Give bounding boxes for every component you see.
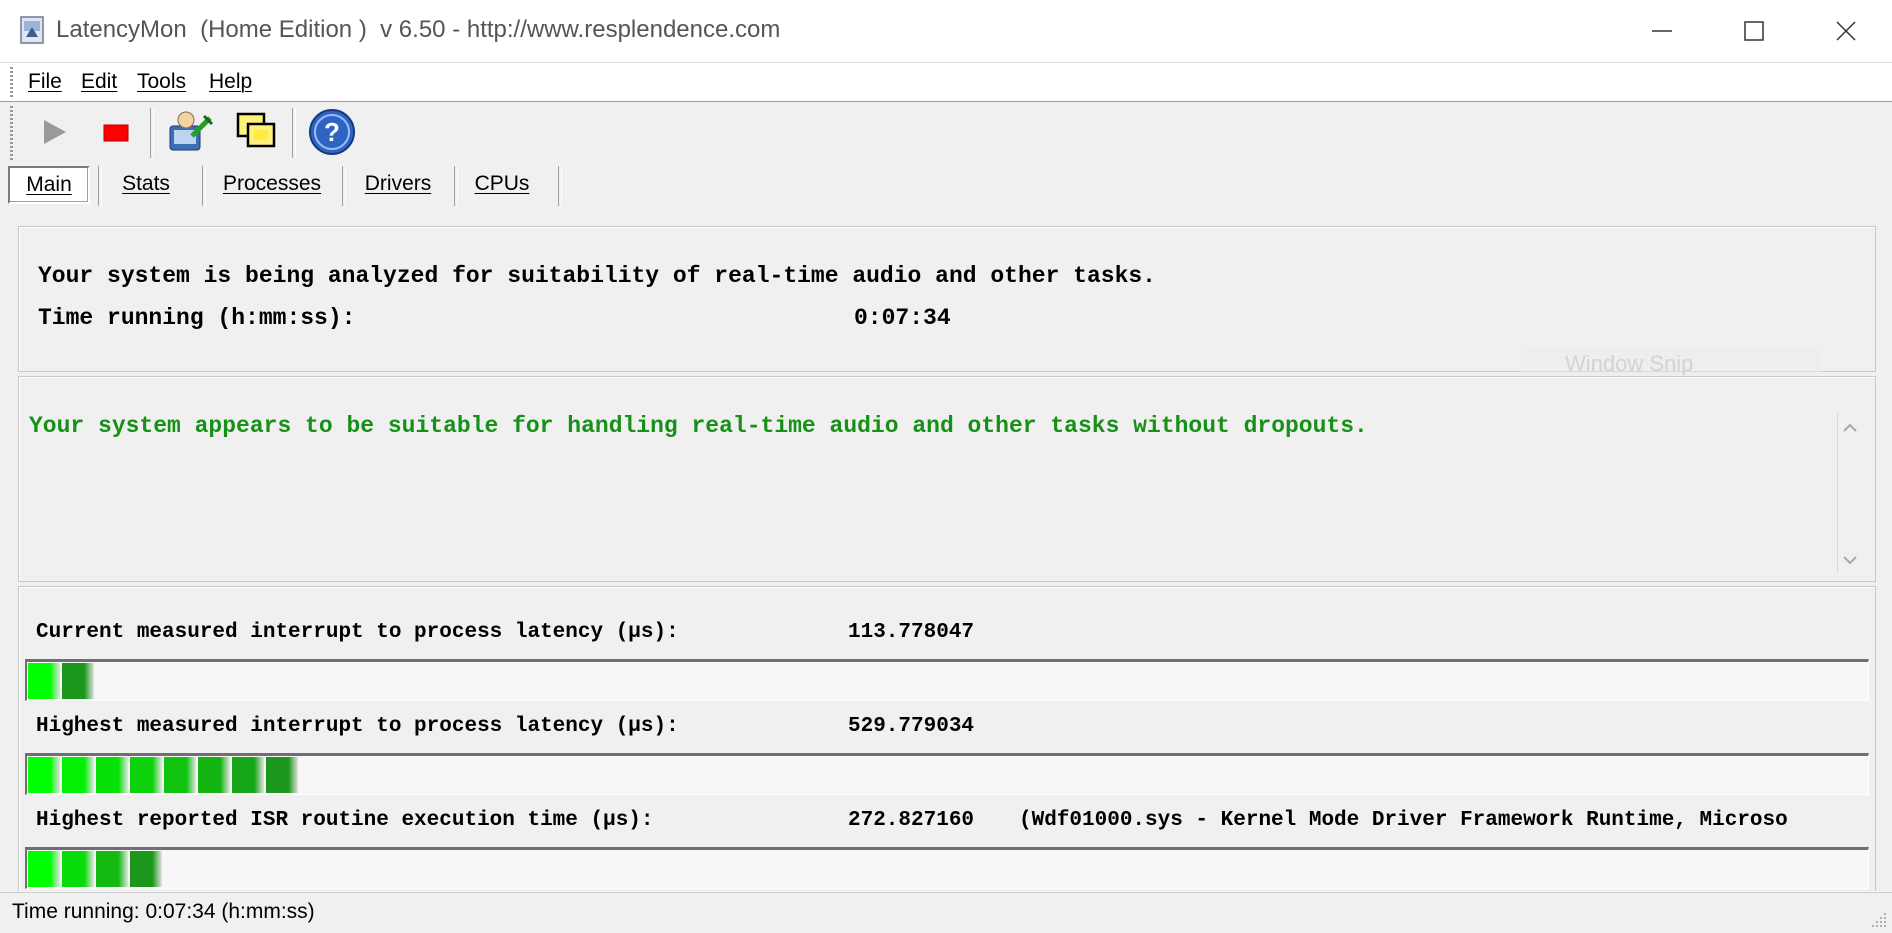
tab-separator [98,166,102,206]
help-button[interactable]: ? [306,106,358,158]
tab-strip: Main Stats Processes Drivers CPUs [0,164,700,206]
highest-latency-bar-fill [28,757,300,793]
menu-grip[interactable] [10,67,13,97]
scroll-down-button[interactable] [1839,549,1861,571]
tab-processes[interactable]: Processes [212,164,332,204]
bar-segment [266,757,298,793]
stop-icon [103,124,129,142]
chevron-down-icon [1843,556,1857,565]
play-icon [44,120,66,144]
scrollbar-track[interactable] [1837,413,1838,573]
tab-drivers[interactable]: Drivers [352,164,444,204]
time-running-value: 0:07:34 [854,305,951,331]
chevron-up-icon [1843,423,1857,432]
scroll-up-button[interactable] [1839,417,1861,439]
bar-segment [198,757,230,793]
tab-stats[interactable]: Stats [108,164,184,204]
close-button[interactable] [1800,0,1892,62]
status-text: Time running: 0:07:34 (h:mm:ss) [12,900,315,923]
bar-segment [130,851,162,887]
bar-segment [232,757,264,793]
bar-segment [62,663,94,699]
title-bar: LatencyMon (Home Edition ) v 6.50 - http… [0,0,1892,63]
toolbar-separator [150,108,154,158]
tab-separator [558,166,562,206]
menu-tools[interactable]: Tools [137,70,186,94]
stop-button[interactable] [90,106,142,158]
user-settings-button[interactable] [164,106,216,158]
bar-segment [96,757,128,793]
help-icon: ? [309,109,355,155]
bar-segment [96,851,128,887]
highest-latency-value: 529.779034 [848,715,975,738]
latencymon-app-icon [18,15,48,45]
toolbar-grip[interactable] [10,106,13,160]
bar-segment [28,757,60,793]
status-bar: Time running: 0:07:34 (h:mm:ss) [0,892,1892,933]
start-button[interactable] [28,106,80,158]
close-icon [1836,21,1856,41]
isr-time-label: Highest reported ISR routine execution t… [36,809,654,832]
resize-grip-icon[interactable] [1870,911,1888,929]
verdict-panel: Your system appears to be suitable for h… [18,376,1876,582]
toolbar: ? [0,102,1892,164]
toolbar-separator [292,108,296,158]
analysis-message: Your system is being analyzed for suitab… [38,263,1156,289]
bar-segment [62,757,94,793]
current-latency-bar [25,659,1869,701]
maximize-icon [1744,21,1764,41]
window-snip-label: Window Snip [1565,351,1694,376]
isr-time-value: 272.827160 [848,809,975,832]
window-copy-button[interactable] [230,106,282,158]
minimize-button[interactable] [1616,0,1708,62]
highest-latency-label: Highest measured interrupt to process la… [36,715,679,738]
highest-latency-bar [25,753,1869,795]
user-settings-icon [169,111,214,151]
window-copy-icon [236,112,276,148]
tab-separator [202,166,206,206]
isr-driver-name: (Wdf01000.sys - Kernel Mode Driver Frame… [1019,809,1788,832]
isr-time-bar [25,847,1869,889]
tab-separator [342,166,346,206]
window-title: LatencyMon (Home Edition ) v 6.50 - http… [56,16,781,43]
bar-segment [164,757,196,793]
menu-edit[interactable]: Edit [81,70,117,94]
tab-cpus[interactable]: CPUs [464,164,540,204]
current-latency-value: 113.778047 [848,621,975,644]
current-latency-label: Current measured interrupt to process la… [36,621,679,644]
verdict-message: Your system appears to be suitable for h… [29,413,1368,439]
tab-main[interactable]: Main [8,166,90,204]
bar-segment [130,757,162,793]
bar-segment [62,851,94,887]
analysis-panel: Your system is being analyzed for suitab… [18,226,1876,381]
tab-separator [454,166,458,206]
bar-segment [28,663,60,699]
isr-time-bar-fill [28,851,164,887]
svg-text:?: ? [324,117,340,147]
menu-help[interactable]: Help [209,70,252,94]
metrics-panel: Current measured interrupt to process la… [18,586,1876,891]
current-latency-bar-fill [28,663,96,699]
maximize-button[interactable] [1708,0,1800,62]
menu-file[interactable]: File [28,70,62,94]
minimize-icon [1652,30,1672,32]
bar-segment [28,851,60,887]
time-running-label: Time running (h:mm:ss): [38,305,356,331]
menu-bar: File Edit Tools Help [0,63,1892,102]
